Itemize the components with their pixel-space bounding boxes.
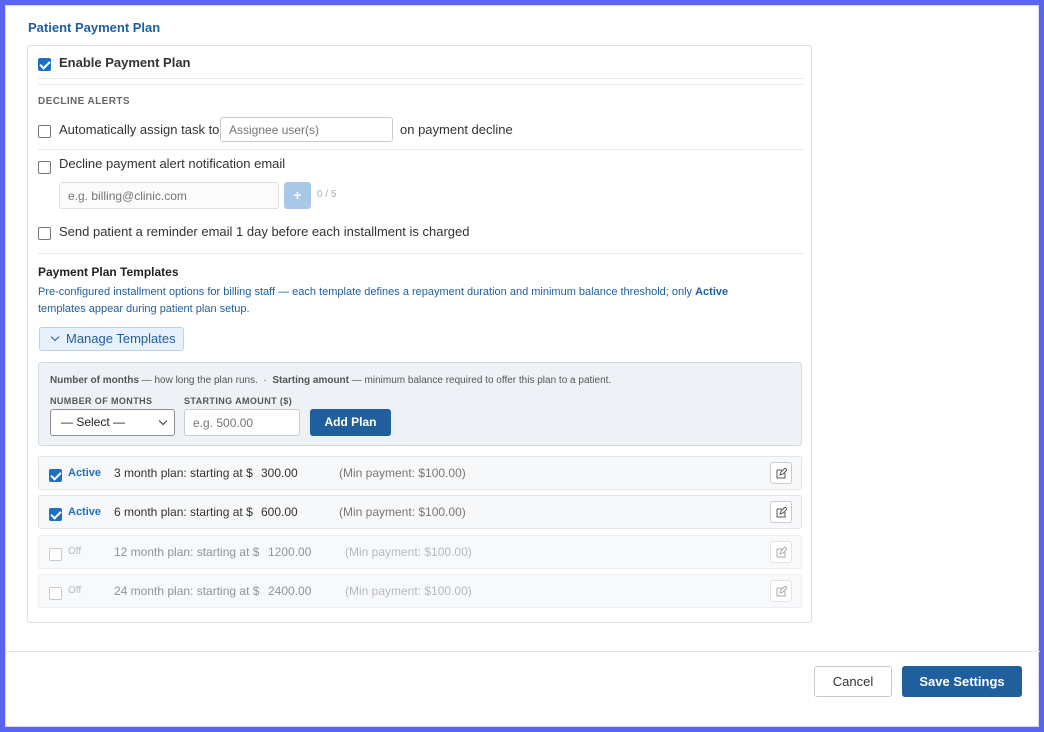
starting-amount-input[interactable] xyxy=(184,409,300,436)
plan-status: Active xyxy=(68,467,102,479)
plan-status: Off xyxy=(68,546,82,557)
page-title: Patient Payment Plan xyxy=(28,20,161,35)
edit-icon xyxy=(776,468,787,479)
edit-plan-button[interactable] xyxy=(770,501,792,523)
edit-icon xyxy=(776,547,787,558)
months-select[interactable]: — Select — xyxy=(50,409,175,436)
edit-icon xyxy=(776,586,787,597)
check-icon xyxy=(49,508,62,522)
settings-window: Patient Payment Plan Enable Payment Plan… xyxy=(5,5,1040,727)
plan-status: Active xyxy=(68,506,102,518)
divider xyxy=(38,84,803,85)
plan-min-payment: (Min payment: $100.00) xyxy=(345,545,472,559)
plan-active-checkbox[interactable] xyxy=(49,585,62,603)
templates-description: Pre-configured installment options for b… xyxy=(38,286,729,315)
plan-active-checkbox[interactable] xyxy=(49,467,62,485)
plan-row: Active 3 month plan: starting at $ 300.0… xyxy=(38,456,802,490)
edit-plan-button[interactable] xyxy=(770,462,792,484)
payment-plan-panel: Enable Payment Plan DECLINE ALERTS Autom… xyxy=(27,45,812,623)
plan-amount: 300.00 xyxy=(261,466,298,480)
edit-plan-button[interactable] xyxy=(770,541,792,563)
assign-task-checkbox[interactable] xyxy=(38,123,51,141)
plan-amount: 1200.00 xyxy=(268,545,312,559)
divider xyxy=(38,253,803,254)
manage-templates-button[interactable]: Manage Templates xyxy=(39,327,184,351)
add-email-button[interactable]: + xyxy=(284,182,311,209)
reminder-checkbox[interactable] xyxy=(38,225,51,243)
chevron-down-icon xyxy=(158,416,168,426)
check-icon xyxy=(38,58,51,72)
plan-amount: 600.00 xyxy=(261,505,298,519)
plan-min-payment: (Min payment: $100.00) xyxy=(345,584,472,598)
reminder-label: Send patient a reminder email 1 day befo… xyxy=(59,224,470,239)
form-help-text: Number of months — how long the plan run… xyxy=(50,375,612,386)
alert-email-checkbox[interactable] xyxy=(38,159,51,177)
plan-amount: 2400.00 xyxy=(268,584,312,598)
chevron-down-icon xyxy=(50,332,60,342)
plan-row: Off 24 month plan: starting at $ 2400.00… xyxy=(38,574,802,608)
assign-task-suffix: on payment decline xyxy=(400,122,513,137)
decline-alerts-heading: DECLINE ALERTS xyxy=(38,96,130,107)
save-settings-button[interactable]: Save Settings xyxy=(902,666,1022,697)
email-count: 0 / 5 xyxy=(317,189,337,200)
plan-description: 24 month plan: starting at $ xyxy=(114,584,260,598)
templates-heading: Payment Plan Templates xyxy=(38,265,179,279)
add-template-form: Number of months — how long the plan run… xyxy=(38,362,802,446)
amount-label: STARTING AMOUNT ($) xyxy=(184,396,293,406)
plan-active-checkbox[interactable] xyxy=(49,546,62,564)
cancel-button[interactable]: Cancel xyxy=(814,666,892,697)
assignee-input[interactable] xyxy=(220,117,393,142)
alert-email-input[interactable] xyxy=(59,182,279,209)
plan-min-payment: (Min payment: $100.00) xyxy=(339,505,466,519)
plus-icon: + xyxy=(293,187,302,203)
add-plan-button[interactable]: Add Plan xyxy=(310,409,391,436)
assign-task-label: Automatically assign task to xyxy=(59,122,220,137)
enable-payment-plan-checkbox[interactable] xyxy=(38,56,51,74)
plan-active-checkbox[interactable] xyxy=(49,506,62,524)
plan-min-payment: (Min payment: $100.00) xyxy=(339,466,466,480)
footer-divider xyxy=(6,651,1040,652)
divider xyxy=(38,149,803,150)
enable-payment-plan-label: Enable Payment Plan xyxy=(59,55,191,70)
plan-row: Active 6 month plan: starting at $ 600.0… xyxy=(38,495,802,529)
alert-email-label: Decline payment alert notification email xyxy=(59,156,286,171)
plan-status: Off xyxy=(68,585,82,596)
divider xyxy=(38,78,803,79)
plan-description: 6 month plan: starting at $ xyxy=(114,505,253,519)
plan-row: Off 12 month plan: starting at $ 1200.00… xyxy=(38,535,802,569)
plan-description: 12 month plan: starting at $ xyxy=(114,545,260,559)
check-icon xyxy=(49,469,62,483)
plan-description: 3 month plan: starting at $ xyxy=(114,466,253,480)
months-label: NUMBER OF MONTHS xyxy=(50,396,153,406)
edit-icon xyxy=(776,507,787,518)
edit-plan-button[interactable] xyxy=(770,580,792,602)
